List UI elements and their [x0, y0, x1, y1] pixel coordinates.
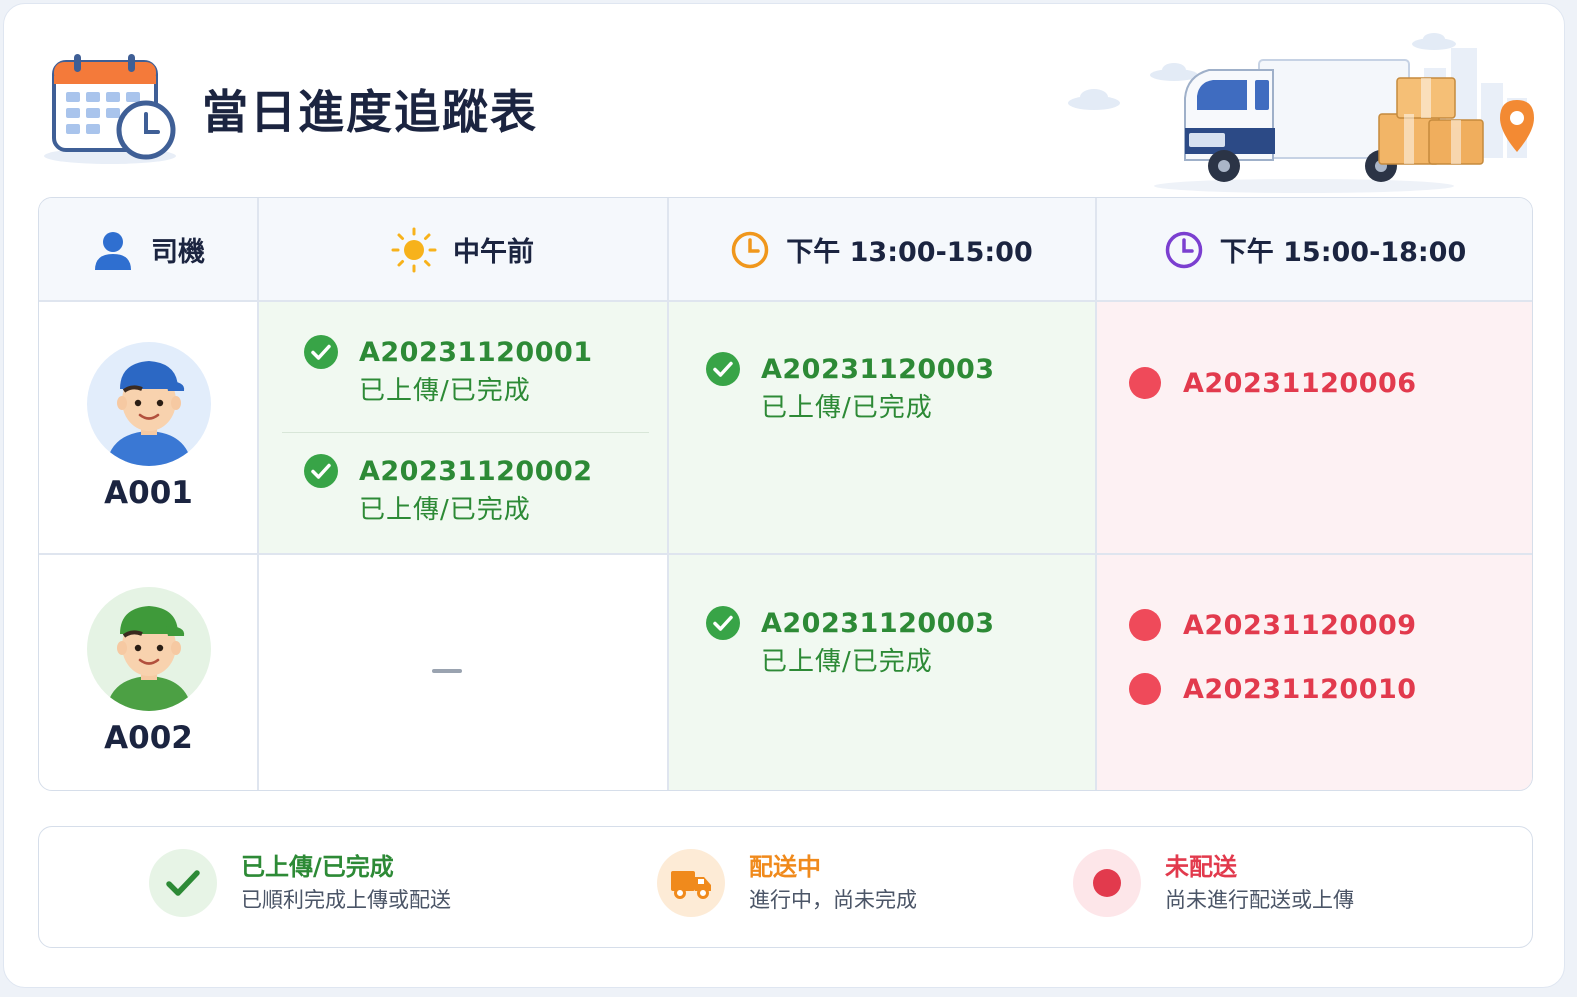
order-code: A20231120002	[359, 456, 593, 487]
red-dot-icon	[1073, 849, 1141, 917]
column-header-pm2-label: 下午 15:00-18:00	[1219, 237, 1467, 268]
user-icon	[95, 231, 131, 270]
driver-A001: A001	[39, 341, 258, 511]
cell-A001-pm1	[668, 301, 1096, 554]
order-status: 已上傳/已完成	[761, 393, 933, 423]
calendar-clock-icon	[44, 54, 176, 164]
order-entry[interactable]: A20231120002 已上傳/已完成	[303, 453, 593, 529]
check-circle-icon	[304, 454, 338, 488]
driver-id: A001	[104, 475, 193, 511]
avatar-driver-green-cap	[86, 587, 211, 711]
order-status: 已上傳/已完成	[761, 647, 933, 677]
status-legend: 已上傳/已完成 已順利完成上傳或配送 配送中 進行中，尚未完成 未配送 尚未進行…	[38, 826, 1533, 948]
red-dot-icon	[1129, 609, 1161, 641]
order-code: A20231120010	[1183, 674, 1417, 705]
order-status: 已上傳/已完成	[359, 495, 531, 525]
progress-card: 當日進度追蹤表 司機 中午前 下午 13:00-15:00 下午 15:00-1…	[3, 3, 1565, 988]
legend-item-done: 已上傳/已完成 已順利完成上傳或配送	[149, 849, 451, 917]
entry-divider	[282, 432, 649, 434]
page-title: 當日進度追蹤表	[202, 85, 538, 139]
legend-desc: 進行中，尚未完成	[749, 888, 917, 912]
order-code: A20231120003	[761, 608, 995, 639]
driver-A002: A002	[39, 586, 258, 756]
order-code: A20231120001	[359, 337, 593, 368]
legend-title: 已上傳/已完成	[241, 853, 394, 881]
sun-icon	[391, 227, 437, 272]
order-entry[interactable]: A20231120001 已上傳/已完成	[303, 334, 593, 410]
cell-A001-pm2	[1096, 301, 1532, 554]
order-entry[interactable]: A20231120006	[1127, 365, 1417, 403]
legend-desc: 尚未進行配送或上傳	[1165, 888, 1354, 912]
clock-icon-orange	[732, 231, 769, 268]
column-header-pm1-label: 下午 13:00-15:00	[786, 237, 1033, 268]
column-header-before-noon: 中午前	[258, 198, 667, 301]
empty-dash	[432, 669, 462, 673]
order-status: 已上傳/已完成	[359, 376, 531, 406]
column-header-driver-label: 司機	[151, 237, 205, 268]
check-circle-icon	[706, 606, 740, 640]
order-code: A20231120006	[1183, 368, 1417, 399]
truck-icon	[657, 849, 725, 917]
legend-item-not-sent: 未配送 尚未進行配送或上傳	[1073, 849, 1354, 917]
order-entry[interactable]: A20231120003 已上傳/已完成	[705, 351, 995, 427]
column-header-before-noon-label: 中午前	[453, 237, 534, 268]
order-entry[interactable]: A20231120003 已上傳/已完成	[705, 605, 995, 681]
clock-icon-purple	[1165, 231, 1202, 268]
order-entry[interactable]: A20231120010	[1127, 671, 1417, 709]
legend-item-in-progress: 配送中 進行中，尚未完成	[657, 849, 917, 917]
column-header-driver: 司機	[39, 198, 257, 301]
legend-title: 未配送	[1165, 853, 1237, 881]
delivery-truck-illustration	[1068, 33, 1534, 193]
red-dot-icon	[1129, 367, 1161, 399]
avatar-driver-blue-cap	[86, 342, 211, 466]
order-entry[interactable]: A20231120009	[1127, 607, 1417, 645]
check-circle-icon	[706, 352, 740, 386]
driver-id: A002	[104, 720, 193, 756]
progress-table: 司機 中午前 下午 13:00-15:00 下午 15:00-18:00 A00…	[38, 197, 1533, 791]
red-dot-icon	[1129, 673, 1161, 705]
column-header-pm2: 下午 15:00-18:00	[1096, 198, 1532, 301]
order-code: A20231120003	[761, 354, 995, 385]
column-header-pm1: 下午 13:00-15:00	[668, 198, 1095, 301]
check-icon	[149, 849, 217, 917]
legend-title: 配送中	[749, 853, 821, 881]
order-code: A20231120009	[1183, 610, 1417, 641]
legend-desc: 已順利完成上傳或配送	[241, 888, 451, 912]
check-circle-icon	[304, 335, 338, 369]
